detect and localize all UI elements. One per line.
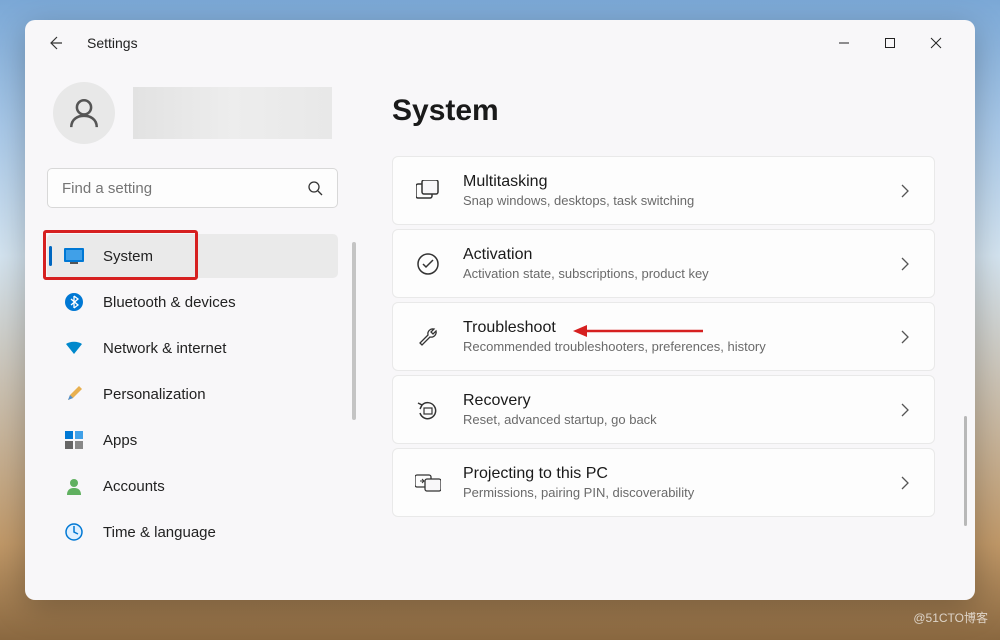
- card-desc: Activation state, subscriptions, product…: [463, 266, 874, 281]
- card-text: Recovery Reset, advanced startup, go bac…: [463, 392, 874, 427]
- minimize-icon: [838, 37, 850, 49]
- card-text: Projecting to this PC Permissions, pairi…: [463, 465, 874, 500]
- nav-label: Bluetooth & devices: [103, 294, 236, 311]
- card-projecting[interactable]: Projecting to this PC Permissions, pairi…: [392, 448, 935, 517]
- content-area: System Bluetooth & devices Network & int…: [25, 66, 975, 600]
- apps-icon: [63, 429, 85, 451]
- sidebar-scrollbar[interactable]: [352, 242, 356, 420]
- card-title: Troubleshoot: [463, 319, 874, 337]
- chevron-right-icon: [896, 184, 914, 198]
- search-icon: [307, 180, 323, 196]
- search-box[interactable]: [47, 168, 338, 208]
- nav-label: System: [103, 248, 153, 265]
- nav-label: Apps: [103, 432, 137, 449]
- sidebar-item-accounts[interactable]: Accounts: [47, 464, 338, 508]
- card-multitasking[interactable]: Multitasking Snap windows, desktops, tas…: [392, 156, 935, 225]
- account-section[interactable]: [47, 66, 338, 168]
- card-text: Activation Activation state, subscriptio…: [463, 246, 874, 281]
- watermark: @51CTO博客: [913, 609, 988, 626]
- card-troubleshoot[interactable]: Troubleshoot Recommended troubleshooters…: [392, 302, 935, 371]
- sidebar-item-bluetooth[interactable]: Bluetooth & devices: [47, 280, 338, 324]
- wifi-icon: [63, 337, 85, 359]
- card-text: Troubleshoot Recommended troubleshooters…: [463, 319, 874, 354]
- check-circle-icon: [415, 251, 441, 277]
- chevron-right-icon: [896, 330, 914, 344]
- window-title: Settings: [87, 35, 138, 51]
- nav-list: System Bluetooth & devices Network & int…: [47, 234, 338, 554]
- sidebar: System Bluetooth & devices Network & int…: [25, 66, 360, 600]
- card-title: Projecting to this PC: [463, 465, 874, 483]
- bluetooth-icon: [63, 291, 85, 313]
- card-desc: Reset, advanced startup, go back: [463, 412, 874, 427]
- back-button[interactable]: [41, 29, 69, 57]
- system-icon: [63, 245, 85, 267]
- sidebar-item-personalization[interactable]: Personalization: [47, 372, 338, 416]
- accounts-icon: [63, 475, 85, 497]
- maximize-icon: [884, 37, 896, 49]
- clock-globe-icon: [63, 521, 85, 543]
- card-title: Activation: [463, 246, 874, 264]
- nav-label: Time & language: [103, 524, 216, 541]
- search-input[interactable]: [62, 180, 307, 197]
- nav-label: Network & internet: [103, 340, 226, 357]
- window-controls: [821, 27, 959, 59]
- minimize-button[interactable]: [821, 27, 867, 59]
- sidebar-item-time-language[interactable]: Time & language: [47, 510, 338, 554]
- sidebar-item-system[interactable]: System: [47, 234, 338, 278]
- nav-label: Accounts: [103, 478, 165, 495]
- user-icon: [67, 96, 101, 130]
- sidebar-item-network[interactable]: Network & internet: [47, 326, 338, 370]
- close-button[interactable]: [913, 27, 959, 59]
- chevron-right-icon: [896, 257, 914, 271]
- chevron-right-icon: [896, 476, 914, 490]
- recovery-icon: [415, 397, 441, 423]
- main-panel: System Multitasking Snap windows, deskto…: [360, 66, 975, 600]
- account-name-blurred: [133, 87, 332, 139]
- card-recovery[interactable]: Recovery Reset, advanced startup, go bac…: [392, 375, 935, 444]
- card-title: Recovery: [463, 392, 874, 410]
- chevron-right-icon: [896, 403, 914, 417]
- settings-window: Settings System: [25, 20, 975, 600]
- card-desc: Recommended troubleshooters, preferences…: [463, 339, 874, 354]
- multitask-icon: [415, 178, 441, 204]
- card-text: Multitasking Snap windows, desktops, tas…: [463, 173, 874, 208]
- page-title: System: [392, 94, 935, 128]
- titlebar: Settings: [25, 20, 975, 66]
- main-scrollbar[interactable]: [964, 416, 967, 526]
- settings-cards: Multitasking Snap windows, desktops, tas…: [392, 156, 935, 517]
- card-activation[interactable]: Activation Activation state, subscriptio…: [392, 229, 935, 298]
- sidebar-item-apps[interactable]: Apps: [47, 418, 338, 462]
- card-title: Multitasking: [463, 173, 874, 191]
- project-icon: [415, 470, 441, 496]
- close-icon: [930, 37, 942, 49]
- arrow-left-icon: [47, 35, 63, 51]
- wrench-icon: [415, 324, 441, 350]
- card-desc: Snap windows, desktops, task switching: [463, 193, 874, 208]
- nav-label: Personalization: [103, 386, 206, 403]
- card-desc: Permissions, pairing PIN, discoverabilit…: [463, 485, 874, 500]
- maximize-button[interactable]: [867, 27, 913, 59]
- brush-icon: [63, 383, 85, 405]
- avatar: [53, 82, 115, 144]
